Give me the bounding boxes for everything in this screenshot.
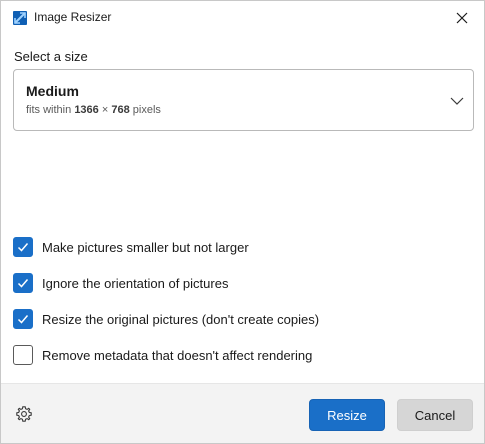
checkbox-smaller-not-larger[interactable] (13, 237, 33, 257)
selected-size-description: fits within 1366 × 768 pixels (26, 104, 161, 116)
chevron-down-icon (450, 94, 464, 108)
option-label: Remove metadata that doesn't affect rend… (42, 347, 313, 363)
checkmark-icon (17, 279, 29, 288)
option-ignore-orientation[interactable]: Ignore the orientation of pictures (13, 272, 228, 294)
size-width: 1366 (74, 104, 99, 116)
select-size-label: Select a size (14, 49, 88, 64)
size-times: × (101, 104, 109, 116)
close-icon (456, 12, 468, 24)
title-bar: Image Resizer (1, 1, 484, 35)
option-label: Resize the original pictures (don't crea… (42, 311, 320, 327)
close-button[interactable] (448, 4, 476, 32)
cancel-button[interactable]: Cancel (397, 399, 473, 431)
checkbox-remove-metadata[interactable] (13, 345, 33, 365)
option-resize-originals[interactable]: Resize the original pictures (don't crea… (13, 308, 319, 330)
image-resizer-window: Image Resizer Select a size Medium fits … (0, 0, 485, 444)
option-label: Ignore the orientation of pictures (42, 275, 229, 291)
size-desc-prefix: fits within (26, 104, 72, 116)
checkmark-icon (17, 243, 29, 252)
option-remove-metadata[interactable]: Remove metadata that doesn't affect rend… (13, 344, 312, 366)
resize-button[interactable]: Resize (309, 399, 385, 431)
checkbox-ignore-orientation[interactable] (13, 273, 33, 293)
dialog-footer: Resize Cancel (1, 383, 484, 443)
size-unit: pixels (132, 104, 161, 116)
option-smaller-not-larger[interactable]: Make pictures smaller but not larger (13, 236, 249, 258)
size-height: 768 (111, 104, 130, 116)
window-title: Image Resizer (34, 10, 112, 24)
gear-icon[interactable] (15, 405, 33, 423)
selected-size-name: Medium (26, 83, 79, 99)
image-resizer-icon (13, 11, 27, 25)
size-dropdown[interactable]: Medium fits within 1366 × 768 pixels (13, 69, 474, 131)
checkmark-icon (17, 315, 29, 324)
checkbox-resize-originals[interactable] (13, 309, 33, 329)
option-label: Make pictures smaller but not larger (42, 239, 249, 255)
